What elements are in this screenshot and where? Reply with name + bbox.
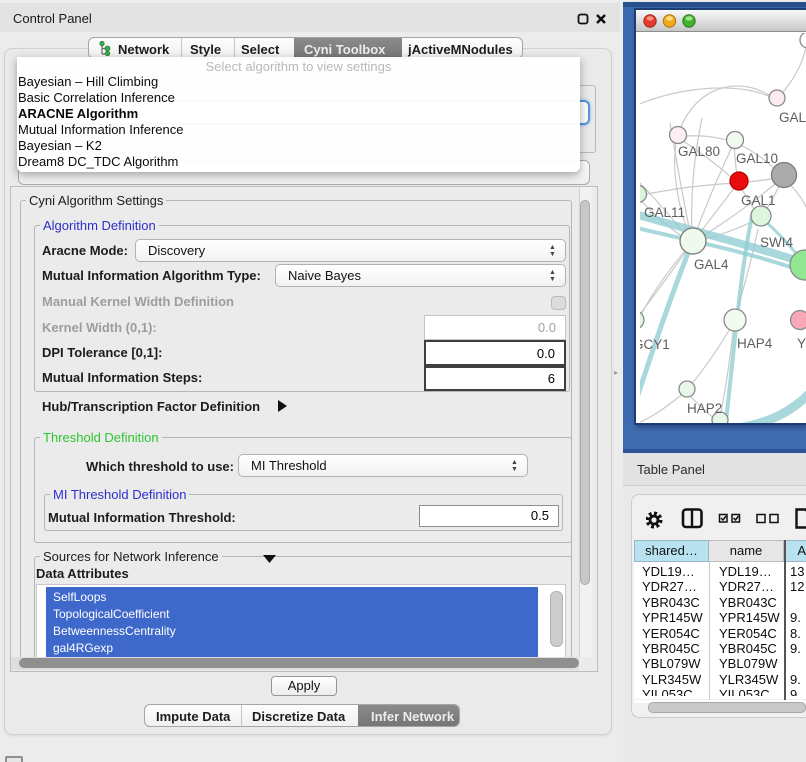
svg-text:HAP4: HAP4 [737, 336, 773, 351]
svg-text:Y: Y [797, 336, 806, 351]
svg-text:GAL1: GAL1 [741, 193, 776, 208]
svg-text:GAL11: GAL11 [644, 205, 685, 220]
svg-text:GAL: GAL [779, 110, 806, 125]
svg-text:HAP2: HAP2 [687, 401, 722, 416]
svg-text:GAL4: GAL4 [694, 257, 729, 272]
svg-text:GAL80: GAL80 [678, 144, 720, 159]
svg-text:SWI4: SWI4 [760, 235, 793, 250]
svg-text:GAL10: GAL10 [736, 151, 778, 166]
svg-text:GCY1: GCY1 [640, 337, 670, 352]
